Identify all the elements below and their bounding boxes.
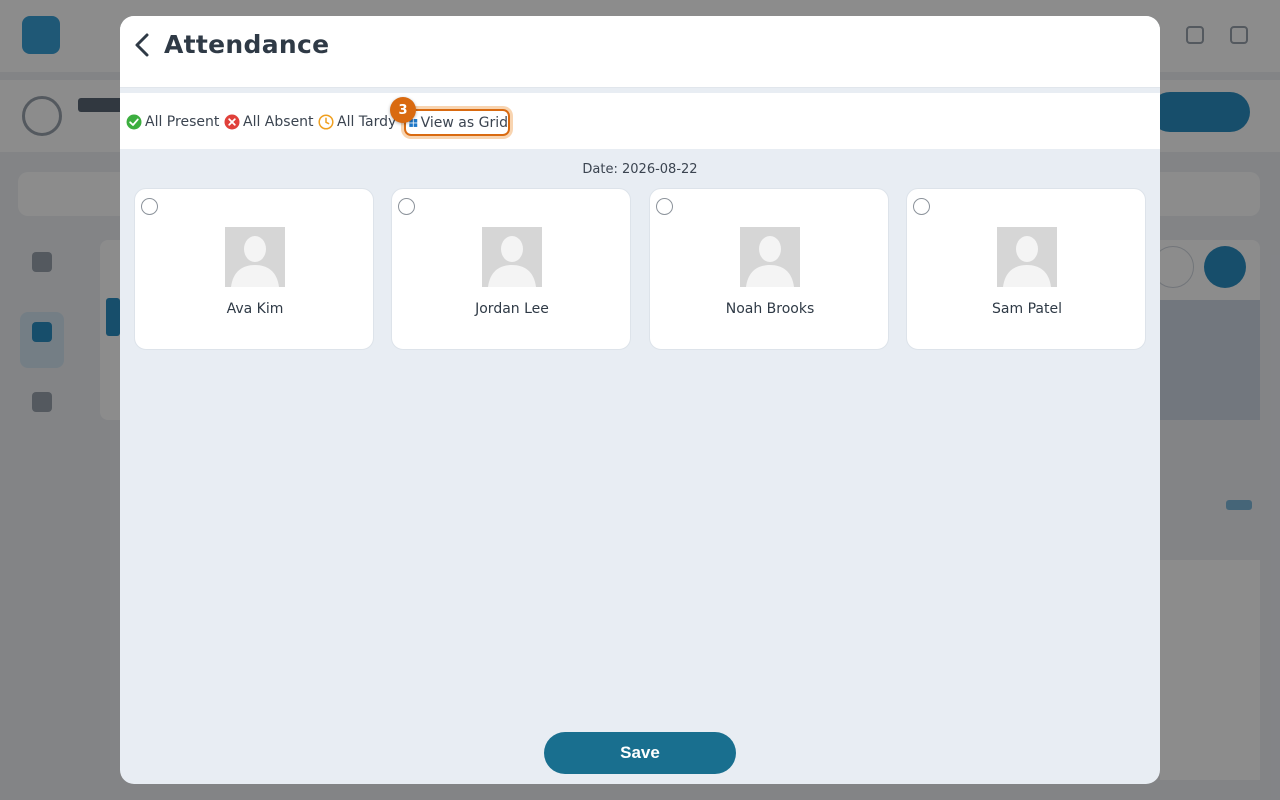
all-present-button[interactable]: All Present (126, 110, 219, 134)
attendance-toolbar: All Present All Absent All Tardy View as… (120, 93, 1160, 149)
person-placeholder-icon (482, 227, 542, 287)
student-card[interactable]: Sam Patel (906, 188, 1146, 350)
modal-title: Attendance (164, 30, 330, 59)
student-select-radio[interactable] (141, 198, 158, 215)
person-placeholder-icon (997, 227, 1057, 287)
check-circle-icon (126, 114, 142, 130)
all-present-label: All Present (145, 114, 220, 130)
all-absent-label: All Absent (243, 114, 314, 130)
student-select-radio[interactable] (656, 198, 673, 215)
x-circle-icon (224, 114, 240, 130)
all-absent-button[interactable]: All Absent (224, 110, 314, 134)
student-name: Jordan Lee (475, 301, 549, 317)
student-name: Noah Brooks (725, 301, 815, 317)
view-as-grid-button[interactable]: View as Grid (404, 109, 510, 136)
student-card[interactable]: Noah Brooks (649, 188, 889, 350)
clock-icon (318, 114, 334, 130)
save-button[interactable]: Save (544, 732, 736, 774)
attendance-modal: Attendance All Present All Absent All Ta… (120, 16, 1160, 784)
back-button[interactable] (128, 30, 156, 60)
view-as-grid-label: View as Grid (420, 114, 508, 131)
student-grid: Ava Kim Jordan Lee Noah Brooks Sam Patel (134, 188, 1146, 350)
student-card[interactable]: Ava Kim (134, 188, 374, 350)
person-placeholder-icon (225, 227, 285, 287)
person-placeholder-icon (740, 227, 800, 287)
student-select-radio[interactable] (398, 198, 415, 215)
attendance-date: Date: 2026-08-22 (582, 162, 698, 177)
all-tardy-label: All Tardy (337, 114, 397, 130)
student-name: Sam Patel (992, 301, 1062, 317)
student-name: Ava Kim (226, 301, 284, 317)
student-card[interactable]: Jordan Lee (391, 188, 631, 350)
step-badge: 3 (390, 97, 416, 123)
student-select-radio[interactable] (913, 198, 930, 215)
all-tardy-button[interactable]: All Tardy (318, 110, 396, 134)
modal-header: Attendance (120, 16, 1160, 88)
chevron-left-icon (135, 33, 149, 57)
